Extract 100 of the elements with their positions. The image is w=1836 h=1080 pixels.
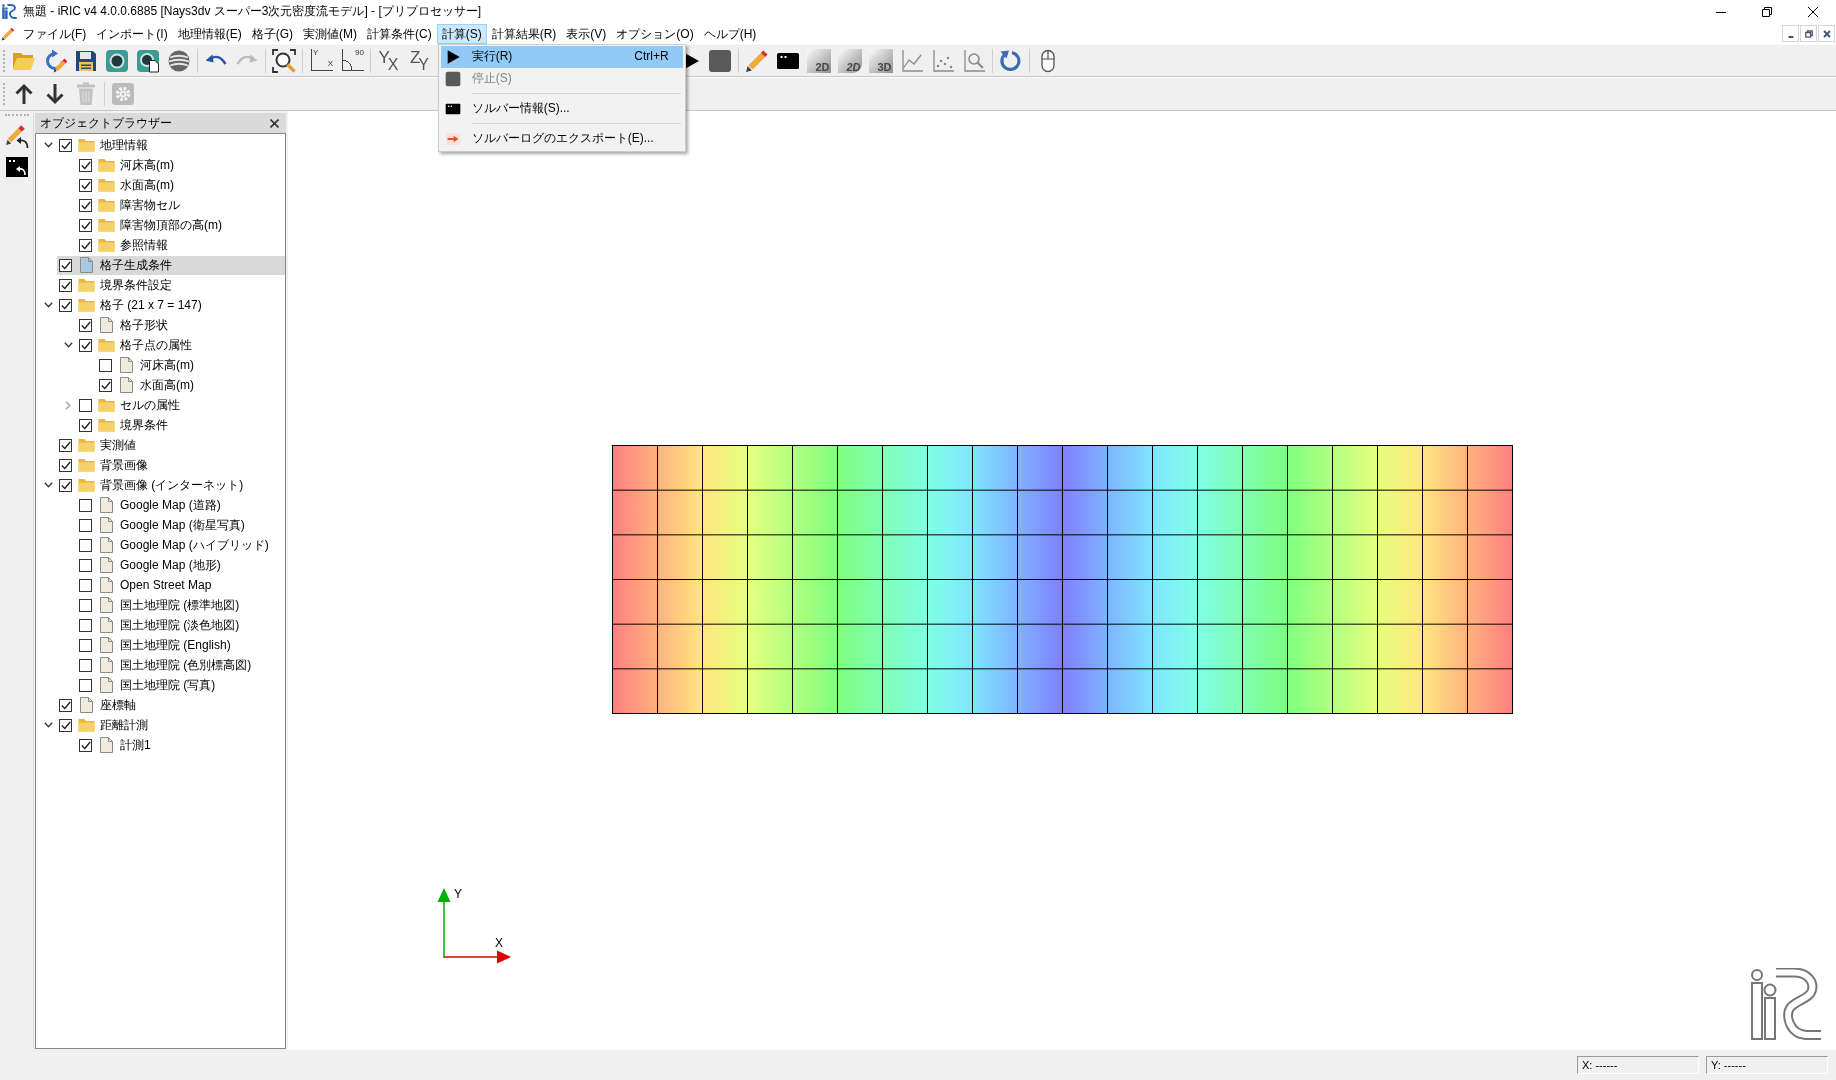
checkbox[interactable] (59, 258, 72, 272)
tree-item[interactable]: 格子形状 (77, 315, 285, 335)
toolbar-button[interactable]: 3D (868, 48, 893, 73)
restore-button[interactable] (1800, 25, 1817, 42)
tree-item[interactable]: 障害物頂部の高(m) (77, 215, 285, 235)
tree-item[interactable]: Open Street Map (77, 575, 285, 595)
menu-item[interactable]: 計算条件(C) (362, 23, 437, 44)
menu-item[interactable]: ヘルプ(H) (698, 23, 762, 44)
checkbox[interactable] (79, 578, 92, 592)
tree-item[interactable]: 河床高(m) (97, 355, 285, 375)
checkbox[interactable] (79, 738, 92, 752)
checkbox[interactable] (79, 158, 92, 172)
toolbar-button[interactable]: 2D (806, 48, 831, 73)
restore-icon[interactable] (1804, 29, 1813, 38)
checkbox[interactable] (79, 638, 92, 652)
close-icon[interactable] (1808, 6, 1818, 17)
tree-item[interactable]: 国土地理院 (標準地図) (77, 595, 285, 615)
tree-item[interactable]: 格子点の属性 (77, 335, 285, 355)
close-button[interactable] (1818, 25, 1835, 42)
tree-item[interactable]: 距離計測 (57, 715, 285, 735)
close-icon[interactable] (270, 118, 279, 128)
menu-item[interactable]: 実測値(M) (298, 23, 362, 44)
tree-item[interactable]: 境界条件 (77, 415, 285, 435)
checkbox[interactable] (99, 358, 112, 372)
tree-item[interactable]: 格子 (21 x 7 = 147) (57, 295, 285, 315)
pencil-icon[interactable] (1, 26, 15, 41)
tree-item[interactable]: 背景画像 (インターネット) (57, 475, 285, 495)
checkbox[interactable] (59, 278, 72, 292)
menu-item[interactable]: 表示(V) (561, 23, 612, 44)
checkbox[interactable] (79, 518, 92, 532)
menu-item[interactable]: 格子(G) (246, 23, 298, 44)
restore-icon[interactable] (1762, 6, 1772, 17)
chevron-down-icon[interactable] (43, 302, 53, 308)
menu-item[interactable]: ファイル(F) (18, 23, 92, 44)
tree-item[interactable]: Google Map (ハイブリッド) (77, 535, 285, 555)
tree-item[interactable]: 国土地理院 (色別標高図) (77, 655, 285, 675)
checkbox[interactable] (79, 398, 92, 412)
menu-item[interactable]: 地理情報(E) (172, 23, 247, 44)
dropdown-item[interactable]: ソルバー情報(S)... (440, 97, 683, 120)
tree-item[interactable]: 水面高(m) (97, 375, 285, 395)
chevron-down-icon[interactable] (43, 142, 53, 148)
toolbar-button[interactable]: 2D (837, 48, 862, 73)
tree-item[interactable]: 国土地理院 (淡色地図) (77, 615, 285, 635)
menu-item[interactable]: インポート(I) (91, 23, 173, 44)
toolbar-button[interactable]: YX (373, 45, 404, 76)
chevron-down-icon[interactable] (63, 342, 73, 348)
tree-item[interactable]: 地理情報 (57, 135, 285, 155)
checkbox[interactable] (59, 298, 72, 312)
checkbox[interactable] (79, 678, 92, 692)
tree-item[interactable]: 格子生成条件 (57, 255, 285, 275)
folder-icon (98, 338, 115, 352)
menu-item[interactable]: 計算結果(R) (486, 23, 562, 44)
tree-item[interactable]: 計測1 (77, 735, 285, 755)
checkbox[interactable] (79, 218, 92, 232)
tree-item[interactable]: 障害物セル (77, 195, 285, 215)
checkbox[interactable] (59, 138, 72, 152)
tree-item[interactable]: 座標軸 (57, 695, 285, 715)
checkbox[interactable] (59, 698, 72, 712)
checkbox[interactable] (79, 658, 92, 672)
document-icon (100, 677, 113, 693)
checkbox[interactable] (99, 378, 112, 392)
tree-item[interactable]: 背景画像 (57, 455, 285, 475)
checkbox[interactable] (79, 598, 92, 612)
coordinate-readout: X: ------ (1577, 1056, 1699, 1074)
menu-item[interactable]: オプション(O) (611, 23, 699, 44)
minimize-button[interactable] (1782, 25, 1799, 42)
tree-item[interactable]: Google Map (衛星写真) (77, 515, 285, 535)
dropdown-item[interactable]: ソルバーログのエクスポート(E)... (440, 127, 683, 150)
checkbox[interactable] (79, 498, 92, 512)
tree-item[interactable]: 実測値 (57, 435, 285, 455)
checkbox[interactable] (79, 618, 92, 632)
tree-item[interactable]: 参照情報 (77, 235, 285, 255)
tree-item[interactable]: Google Map (道路) (77, 495, 285, 515)
checkbox[interactable] (79, 238, 92, 252)
tree-item[interactable]: 河床高(m) (77, 155, 285, 175)
checkbox[interactable] (79, 338, 92, 352)
menu-item[interactable]: 計算(S) (436, 23, 487, 44)
tree-item[interactable]: 水面高(m) (77, 175, 285, 195)
chevron-right-icon[interactable] (65, 400, 71, 410)
checkbox[interactable] (79, 418, 92, 432)
tree-item[interactable]: 境界条件設定 (57, 275, 285, 295)
chevron-down-icon[interactable] (43, 482, 53, 488)
checkbox[interactable] (79, 178, 92, 192)
close-icon[interactable] (1822, 29, 1831, 38)
tree-item[interactable]: Google Map (地形) (77, 555, 285, 575)
checkbox[interactable] (59, 478, 72, 492)
checkbox[interactable] (79, 198, 92, 212)
dropdown-item[interactable]: 実行(R) Ctrl+R (440, 45, 683, 68)
document-icon (100, 597, 113, 613)
checkbox[interactable] (79, 538, 92, 552)
tree-item[interactable]: セルの属性 (77, 395, 285, 415)
checkbox[interactable] (59, 438, 72, 452)
checkbox[interactable] (59, 458, 72, 472)
tree-item[interactable]: 国土地理院 (写真) (77, 675, 285, 695)
checkbox[interactable] (59, 718, 72, 732)
toolbar-button[interactable]: ZY (404, 45, 435, 76)
tree-item[interactable]: 国土地理院 (English) (77, 635, 285, 655)
checkbox[interactable] (79, 318, 92, 332)
chevron-down-icon[interactable] (43, 722, 53, 728)
checkbox[interactable] (79, 558, 92, 572)
